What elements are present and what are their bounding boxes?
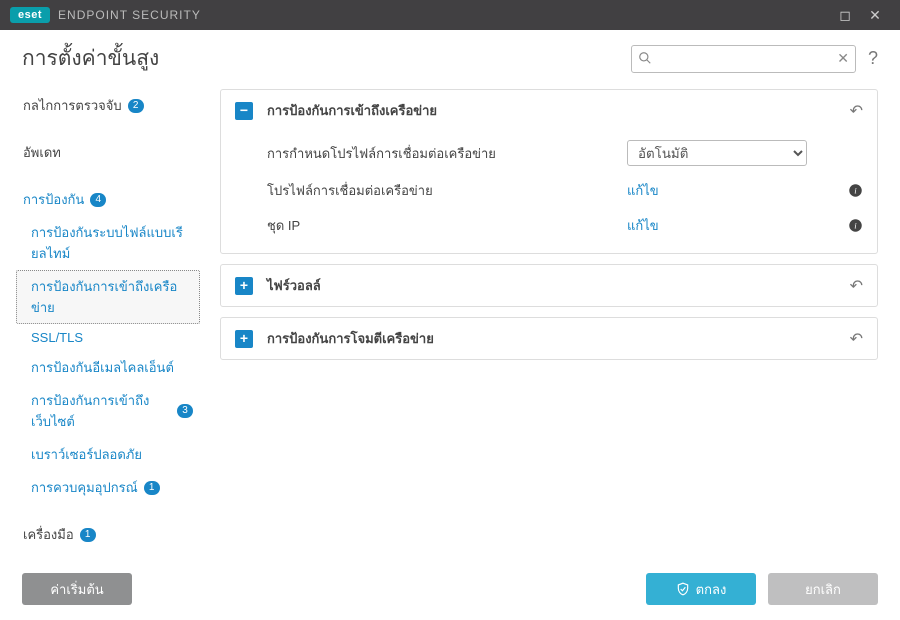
sidebar: กลไกการตรวจจับ 2 อัพเดท การป้องกัน 4 การ… — [0, 83, 210, 561]
sidebar-badge: 3 — [177, 404, 193, 418]
panel-header-firewall[interactable]: + ไฟร์วอลล์ ↶ — [221, 265, 877, 306]
search-input[interactable] — [631, 45, 856, 73]
sidebar-item-tools[interactable]: เครื่องมือ 1 — [16, 518, 200, 551]
panel-network-access: − การป้องกันการเข้าถึงเครือข่าย ↶ การกำห… — [220, 89, 878, 254]
main-content: − การป้องกันการเข้าถึงเครือข่าย ↶ การกำห… — [210, 83, 900, 561]
info-icon[interactable]: i — [848, 218, 863, 233]
cancel-button[interactable]: ยกเลิก — [768, 573, 878, 605]
sidebar-item-device-control[interactable]: การควบคุมอุปกรณ์ 1 — [16, 471, 200, 504]
profile-assignment-select[interactable]: อัตโนมัติ — [627, 140, 807, 166]
sidebar-item-network-access[interactable]: การป้องกันการเข้าถึงเครือข่าย — [16, 270, 200, 324]
page-title: การตั้งค่าขั้นสูง — [22, 42, 631, 75]
expand-icon: + — [235, 330, 253, 348]
sidebar-item-label: เบราว์เซอร์ปลอดภัย — [31, 444, 142, 465]
product-name: ENDPOINT SECURITY — [58, 8, 201, 22]
collapse-icon: − — [235, 102, 253, 120]
defaults-button[interactable]: ค่าเริ่มต้น — [22, 573, 132, 605]
edit-profiles-link[interactable]: แก้ไข — [627, 183, 659, 198]
row-connection-profiles: โปรไฟล์การเชื่อมต่อเครือข่าย แก้ไข i — [267, 173, 863, 208]
sidebar-item-web-access[interactable]: การป้องกันการเข้าถึงเว็บไซต์ 3 — [16, 384, 200, 438]
sidebar-item-detection[interactable]: กลไกการตรวจจับ 2 — [16, 89, 200, 122]
window-close-icon[interactable]: ✕ — [860, 7, 890, 24]
panel-network-attack: + การป้องกันการโจมตีเครือข่าย ↶ — [220, 317, 878, 360]
sidebar-item-label: การป้องกันระบบไฟล์แบบเรียลไทม์ — [31, 222, 193, 264]
expand-icon: + — [235, 277, 253, 295]
titlebar: eset ENDPOINT SECURITY ◻ ✕ — [0, 0, 900, 30]
footer: ค่าเริ่มต้น ตกลง ยกเลิก — [0, 561, 900, 617]
shield-check-icon — [676, 582, 690, 596]
sidebar-item-ssltls[interactable]: SSL/TLS — [16, 324, 200, 351]
sidebar-item-label: การควบคุมอุปกรณ์ — [31, 477, 138, 498]
undo-icon[interactable]: ↶ — [850, 276, 863, 296]
sidebar-item-label: SSL/TLS — [31, 330, 83, 345]
row-label: ชุด IP — [267, 215, 627, 236]
search-icon — [638, 51, 652, 65]
brand-logo: eset — [10, 7, 50, 23]
row-label: การกำหนดโปรไฟล์การเชื่อมต่อเครือข่าย — [267, 143, 627, 164]
sidebar-item-label: เครื่องมือ — [23, 524, 74, 545]
panel-title: การป้องกันการโจมตีเครือข่าย — [267, 328, 850, 349]
ok-button[interactable]: ตกลง — [646, 573, 756, 605]
sidebar-badge: 1 — [144, 481, 160, 495]
info-icon[interactable]: i — [848, 183, 863, 198]
sidebar-badge: 2 — [128, 99, 144, 113]
panel-title: ไฟร์วอลล์ — [267, 275, 850, 296]
clear-search-icon[interactable]: ✕ — [837, 50, 849, 67]
sidebar-item-update[interactable]: อัพเดท — [16, 136, 200, 169]
help-icon[interactable]: ? — [868, 48, 878, 69]
undo-icon[interactable]: ↶ — [850, 329, 863, 349]
sidebar-item-email-client[interactable]: การป้องกันอีเมลไคลเอ็นต์ — [16, 351, 200, 384]
row-profile-assignment: การกำหนดโปรไฟล์การเชื่อมต่อเครือข่าย อัต… — [267, 133, 863, 173]
window-maximize-icon[interactable]: ◻ — [830, 7, 860, 24]
sidebar-item-label: การป้องกันการเข้าถึงเว็บไซต์ — [31, 390, 171, 432]
search-field-wrap: ✕ — [631, 45, 856, 73]
sidebar-item-label: การป้องกัน — [23, 189, 84, 210]
sidebar-badge: 1 — [80, 528, 96, 542]
ok-label: ตกลง — [696, 579, 727, 600]
sidebar-badge: 4 — [90, 193, 106, 207]
panel-header-attack[interactable]: + การป้องกันการโจมตีเครือข่าย ↶ — [221, 318, 877, 359]
edit-ipsets-link[interactable]: แก้ไข — [627, 218, 659, 233]
panel-firewall: + ไฟร์วอลล์ ↶ — [220, 264, 878, 307]
undo-icon[interactable]: ↶ — [850, 101, 863, 121]
sidebar-item-safe-browser[interactable]: เบราว์เซอร์ปลอดภัย — [16, 438, 200, 471]
row-ip-sets: ชุด IP แก้ไข i — [267, 208, 863, 243]
sidebar-item-label: การป้องกันการเข้าถึงเครือข่าย — [31, 276, 193, 318]
sidebar-item-label: กลไกการตรวจจับ — [23, 95, 122, 116]
sidebar-item-label: อัพเดท — [23, 142, 61, 163]
sidebar-item-protection[interactable]: การป้องกัน 4 — [16, 183, 200, 216]
header: การตั้งค่าขั้นสูง ✕ ? — [0, 30, 900, 83]
panel-header-network[interactable]: − การป้องกันการเข้าถึงเครือข่าย ↶ — [221, 90, 877, 131]
row-label: โปรไฟล์การเชื่อมต่อเครือข่าย — [267, 180, 627, 201]
sidebar-item-label: การป้องกันอีเมลไคลเอ็นต์ — [31, 357, 174, 378]
panel-title: การป้องกันการเข้าถึงเครือข่าย — [267, 100, 850, 121]
sidebar-item-realtime-fs[interactable]: การป้องกันระบบไฟล์แบบเรียลไทม์ — [16, 216, 200, 270]
